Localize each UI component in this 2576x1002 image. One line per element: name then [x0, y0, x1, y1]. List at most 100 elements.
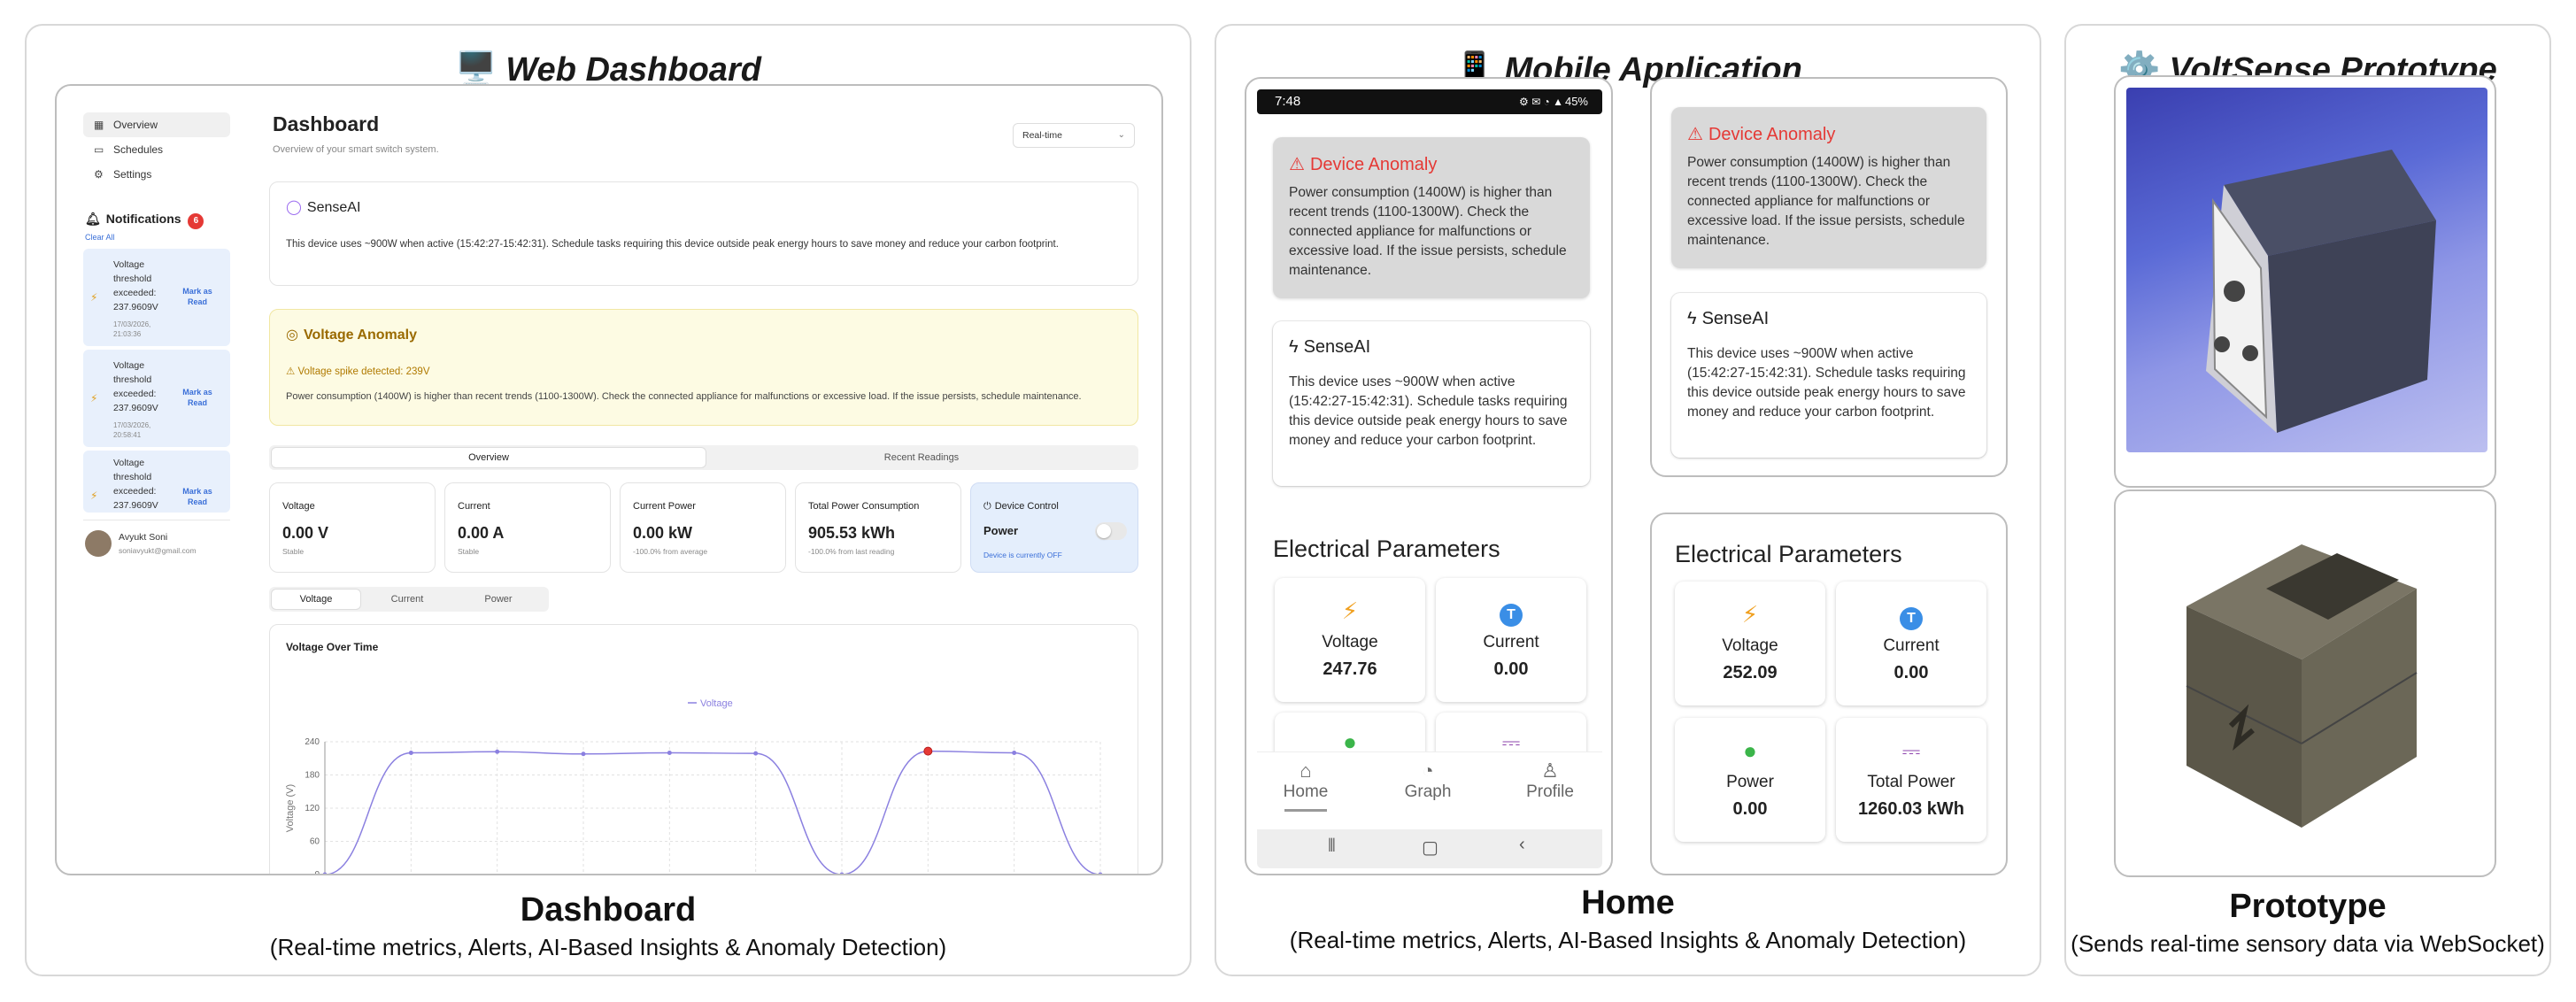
warning-icon: ⚠: [1687, 125, 1703, 144]
mobile-subcaption: (Real-time metrics, Alerts, AI-Based Ins…: [1289, 927, 1967, 953]
user-name: Avyukt Soni: [119, 532, 168, 543]
y-tick-label: 0: [314, 870, 320, 875]
current-icon: T: [1836, 601, 1986, 630]
data-point: [581, 752, 586, 757]
bottom-nav: ⌂ Home ◔ Graph ♙ Profile: [1257, 752, 1602, 829]
bolt-icon: ϟ: [1687, 309, 1697, 328]
mobile-caption: Home: [1581, 884, 1675, 921]
metric-card-current-power: Current Power 0.00 kW -100.0% from avera…: [620, 482, 786, 573]
back-button[interactable]: ‹: [1519, 835, 1525, 855]
user-email: soniavyukt@gmail.com: [119, 546, 197, 555]
phone-screenshot-2-bottom: Electrical Parameters ⚡︎ Voltage 252.09 …: [1650, 513, 2008, 875]
web-screenshot-frame: ▦ Overview ▭ Schedules ⚙ Settings 🔔︎ Notific…: [55, 84, 1163, 875]
sidebar-item-schedules[interactable]: ▭ Schedules: [83, 137, 230, 162]
calendar-icon: ▭: [94, 143, 104, 156]
notification-item: ⚡︎ Voltage threshold exceeded: 237.9609V…: [83, 249, 230, 346]
tab-recent-readings[interactable]: Recent Readings: [708, 448, 1135, 467]
sidebar-item-settings[interactable]: ⚙ Settings: [83, 162, 230, 187]
device-control-card: ⏻ Device Control Power Device is currentl…: [970, 482, 1138, 573]
senseai-card: ϟ SenseAI This device uses ~900W when act…: [1671, 293, 1986, 458]
phone-screenshot-1: 7:48 ⚙ ✉ ◔ ▲ 45% ⚠ Device Anomaly Power c…: [1245, 77, 1613, 875]
param-card-total-power: ⎓ Total Power 1260.03 kWh: [1836, 718, 1986, 842]
home-button[interactable]: ▢: [1422, 836, 1438, 859]
phone-screenshot-2-top: ⚠ Device Anomaly Power consumption (1400W…: [1650, 77, 2008, 477]
page-title: Dashboard: [273, 112, 380, 135]
param-card-power: ● Power 0.00: [1675, 718, 1825, 842]
data-point: [839, 872, 845, 874]
nav-profile[interactable]: ♙ Profile: [1519, 759, 1581, 802]
senseai-text: This device uses ~900W when active (15:4…: [286, 239, 1059, 250]
proto-subcaption: (Sends real-time sensory data via WebSoc…: [2071, 930, 2545, 957]
power-toggle[interactable]: [1095, 522, 1127, 540]
senseai-card: ◯ SenseAI This device uses ~900W when act…: [269, 181, 1138, 286]
tab-power[interactable]: Power: [454, 590, 543, 609]
dc-icon: ⎓: [1901, 737, 1921, 764]
data-point: [753, 751, 759, 756]
data-point: [322, 872, 328, 874]
warning-icon: ⚠: [286, 366, 298, 377]
device-anomaly-card: ⚠ Device Anomaly Power consumption (1400W…: [1671, 107, 1986, 268]
clear-all-link[interactable]: Clear All: [85, 233, 115, 242]
system-nav-bar: ⦀ ▢ ‹: [1257, 829, 1602, 868]
recents-button[interactable]: ⦀: [1328, 836, 1336, 857]
status-bar: 7:48 ⚙ ✉ ◔ ▲ 45%: [1257, 89, 1602, 114]
voltage-line-chart: 0601201802405:11 PM 5:11 PM 5:11 PM 5:11 PM…: [285, 698, 1103, 875]
mark-as-read-button[interactable]: Mark as Read: [175, 286, 220, 307]
user-icon: ♙: [1541, 759, 1559, 782]
notification-item: ⚡︎ Voltage threshold exceeded: 237.9609V…: [83, 451, 230, 513]
data-point: [1098, 872, 1103, 874]
nav-graph[interactable]: ◔ Graph: [1397, 759, 1459, 802]
bolt-icon: ⚡︎: [90, 291, 98, 304]
series-line-voltage: [326, 750, 1099, 874]
legend-label: Voltage: [700, 698, 733, 709]
sidebar-item-overview[interactable]: ▦ Overview: [83, 112, 230, 137]
chart-tabs: Voltage Current Power: [269, 587, 549, 612]
data-point: [495, 749, 500, 754]
senseai-title: ◯ SenseAI: [286, 200, 361, 215]
web-caption: Dashboard: [520, 891, 697, 929]
y-tick-label: 180: [305, 771, 320, 781]
plug-icon: ●: [1743, 737, 1757, 764]
warning-circle-icon: ◎: [286, 328, 298, 343]
avatar[interactable]: [85, 530, 112, 557]
prototype-photo: [2126, 88, 2487, 452]
mark-as-read-button[interactable]: Mark as Read: [175, 486, 220, 507]
status-time: 7:48: [1275, 94, 1301, 109]
battery-level: 45%: [1564, 95, 1588, 108]
bolt-icon: ⚡︎: [1741, 601, 1759, 628]
tab-overview[interactable]: Overview: [272, 448, 706, 467]
data-point: [408, 751, 413, 755]
home-icon: ⌂: [1300, 759, 1312, 782]
bolt-icon: ⚡︎: [1341, 597, 1359, 624]
nav-home[interactable]: ⌂ Home: [1275, 759, 1337, 812]
web-dashboard-panel: 🖥️ Web Dashboard ▦ Overview ▭ Schedules ⚙ Se…: [25, 24, 1192, 976]
web-subcaption: (Real-time metrics, Alerts, AI-Based Ins…: [269, 934, 947, 960]
param-card-voltage: ⚡︎ Voltage 252.09: [1675, 582, 1825, 705]
pie-chart-icon: ◔: [1422, 759, 1434, 782]
notifications-header: 🔔︎ Notifications 6: [85, 212, 204, 229]
senseai-card: ϟ SenseAI This device uses ~900W when act…: [1273, 321, 1590, 486]
device-anomaly-card: ⚠ Device Anomaly Power consumption (1400W…: [1273, 137, 1590, 298]
status-icons: ⚙ ✉ ◔ ▲: [1519, 96, 1563, 108]
power-label: Power: [983, 524, 1019, 537]
device-status: Device is currently OFF: [983, 551, 1062, 559]
param-card-voltage: ⚡︎ Voltage 247.76: [1275, 578, 1425, 702]
y-axis-label: Voltage (V): [285, 784, 296, 832]
y-tick-label: 120: [305, 804, 320, 813]
tab-current[interactable]: Current: [363, 590, 451, 609]
data-point: [667, 751, 672, 755]
params-title: Electrical Parameters: [1675, 541, 1902, 567]
mark-as-read-button[interactable]: Mark as Read: [175, 387, 220, 408]
tab-voltage[interactable]: Voltage: [272, 590, 360, 609]
gear-icon: ⚙: [94, 168, 104, 181]
grid-icon: ▦: [94, 119, 104, 131]
data-point-anomaly: [923, 746, 933, 756]
power-icon: ⏻: [983, 501, 991, 512]
mode-select[interactable]: Real-time ⌄: [1013, 123, 1135, 148]
params-title: Electrical Parameters: [1273, 536, 1500, 562]
monitor-icon: 🖥️: [455, 51, 497, 89]
param-card-current: T Current 0.00: [1836, 582, 1986, 705]
socket-device-illustration: [2206, 150, 2436, 433]
prototype-cad-frame: [2114, 489, 2496, 877]
bolt-icon: ⚡︎: [90, 392, 98, 405]
